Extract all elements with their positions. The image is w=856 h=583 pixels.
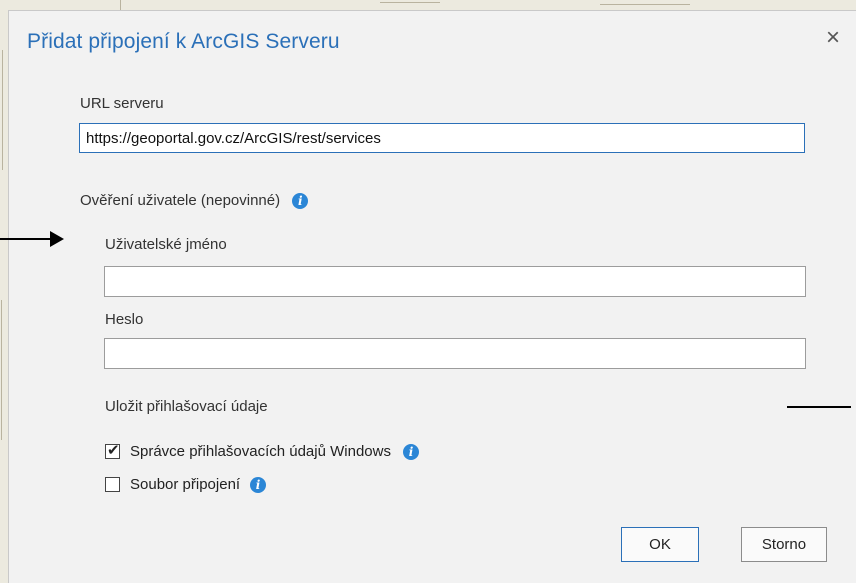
map-line (380, 2, 440, 3)
connection-file-label: Soubor připojení (130, 476, 241, 493)
ok-button[interactable]: OK (621, 527, 699, 562)
info-icon[interactable]: i (250, 476, 267, 493)
add-arcgis-server-dialog: Přidat připojení k ArcGIS Serveru × URL … (8, 10, 856, 583)
annotation-line (787, 406, 851, 408)
auth-section: Ověření uživatele (nepovinné) i (80, 192, 309, 210)
map-line (120, 0, 121, 10)
connection-file-option[interactable]: Soubor připojení i (105, 476, 267, 493)
url-label: URL serveru (80, 95, 164, 112)
save-credentials-label: Uložit přihlašovací údaje (105, 398, 268, 415)
windows-credential-option[interactable]: ✔ Správce přihlašovacích údajů Windows i (105, 442, 419, 460)
dialog-title: Přidat připojení k ArcGIS Serveru (27, 30, 340, 53)
close-icon[interactable]: × (822, 26, 844, 50)
check-icon: ✔ (107, 442, 120, 459)
info-icon[interactable]: i (402, 443, 419, 460)
info-icon[interactable]: i (292, 193, 309, 210)
annotation-arrow-line (0, 238, 56, 240)
url-input[interactable] (79, 123, 805, 153)
username-label: Uživatelské jméno (105, 236, 227, 253)
password-label: Heslo (105, 311, 144, 328)
arrow-head-icon (50, 231, 64, 247)
cancel-button[interactable]: Storno (741, 527, 827, 562)
username-input[interactable] (104, 266, 806, 297)
map-line (1, 300, 2, 440)
map-line (600, 4, 690, 5)
windows-credential-label: Správce přihlašovacích údajů Windows (130, 443, 391, 460)
connection-file-checkbox[interactable] (105, 477, 120, 492)
password-input[interactable] (104, 338, 806, 369)
map-line (2, 50, 3, 170)
windows-credential-checkbox[interactable]: ✔ (105, 442, 120, 459)
auth-section-label: Ověření uživatele (nepovinné) (80, 192, 281, 209)
